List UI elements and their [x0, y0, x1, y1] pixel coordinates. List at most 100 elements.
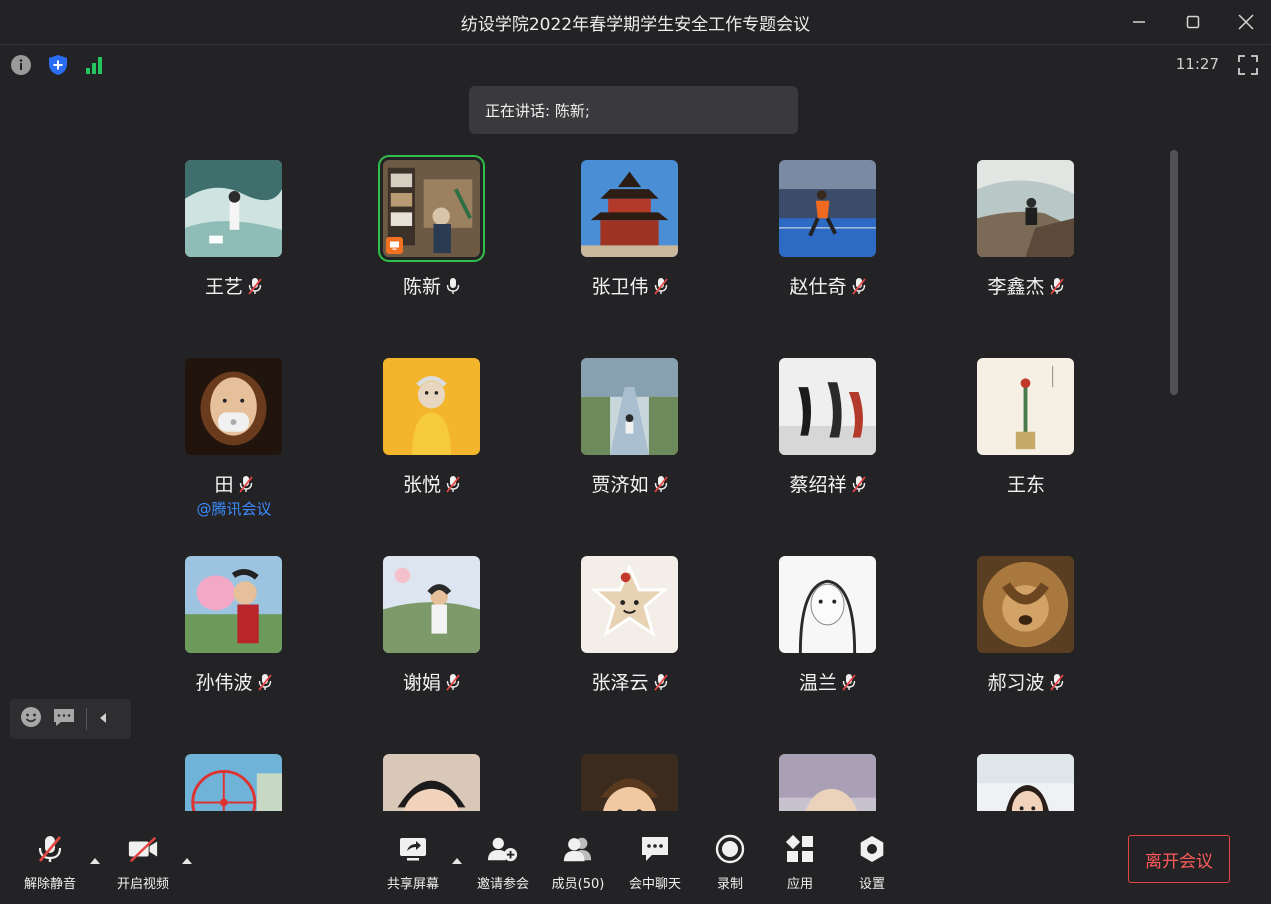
- info-icon[interactable]: [10, 54, 32, 76]
- participant-tile[interactable]: 蔡绍祥: [729, 348, 927, 546]
- participant-name: 陈新: [402, 276, 441, 298]
- avatar: [185, 160, 282, 257]
- participant-tile[interactable]: 贾济如: [531, 348, 729, 546]
- chat-button[interactable]: 会中聊天: [620, 833, 690, 895]
- mic-muted-icon: [653, 475, 669, 493]
- settings-button[interactable]: 设置: [837, 833, 907, 895]
- maximize-icon: [1186, 15, 1200, 29]
- participant-name: 蔡绍祥: [789, 474, 847, 496]
- avatar: [383, 160, 480, 257]
- participant-tile[interactable]: [729, 744, 927, 811]
- record-label: 录制: [716, 877, 743, 892]
- participant-name-row: 郝习波: [927, 668, 1125, 695]
- chat-icon: [639, 833, 671, 865]
- participant-name: 谢娟: [402, 672, 441, 694]
- settings-gear-icon: [856, 833, 888, 865]
- members-label: 成员(50): [551, 877, 605, 892]
- participant-tile[interactable]: 王艺: [135, 150, 333, 348]
- mic-muted-icon: [247, 277, 263, 295]
- participant-name-row: 张悦: [333, 470, 531, 497]
- mic-muted-icon: [445, 475, 461, 493]
- participant-name: 郝习波: [987, 672, 1045, 694]
- mic-muted-icon: [851, 475, 867, 493]
- audio-options-caret[interactable]: [89, 855, 101, 865]
- participant-name-row: 贾济如: [531, 470, 729, 497]
- mic-muted-icon: [653, 673, 669, 691]
- avatar: [977, 160, 1074, 257]
- unmute-label: 解除静音: [23, 877, 76, 892]
- participant-tile[interactable]: [927, 744, 1125, 811]
- screen-share-badge-icon: [386, 237, 403, 254]
- caret-up-icon: [90, 857, 100, 864]
- minimize-button[interactable]: [1124, 8, 1154, 36]
- settings-label: 设置: [858, 877, 885, 892]
- participant-tile[interactable]: 张泽云: [531, 546, 729, 744]
- members-button[interactable]: 成员(50): [543, 833, 613, 895]
- participant-tile[interactable]: 王东: [927, 348, 1125, 546]
- participant-name: 张泽云: [591, 672, 649, 694]
- participant-tile[interactable]: 赵仕奇: [729, 150, 927, 348]
- participant-tile[interactable]: 陈新: [333, 150, 531, 348]
- add-user-icon: [487, 833, 519, 865]
- participant-tile[interactable]: 田 @腾讯会议: [135, 348, 333, 546]
- invite-button[interactable]: 邀请参会: [468, 833, 538, 895]
- participant-name: 孙伟波: [195, 672, 253, 694]
- invite-label: 邀请参会: [476, 877, 529, 892]
- avatar: [581, 160, 678, 257]
- emoji-icon[interactable]: [20, 706, 42, 732]
- participant-name-row: 蔡绍祥: [729, 470, 927, 497]
- avatar: [581, 556, 678, 653]
- record-icon: [714, 833, 746, 865]
- close-button[interactable]: [1231, 8, 1261, 36]
- toolbar-divider: [86, 708, 87, 730]
- participant-name-row: 张卫伟: [531, 272, 729, 299]
- apps-grid-icon: [784, 833, 816, 865]
- participant-tile[interactable]: [531, 744, 729, 811]
- participant-tile[interactable]: 张悦: [333, 348, 531, 546]
- share-screen-icon: [397, 833, 429, 865]
- participant-tile[interactable]: 郝习波: [927, 546, 1125, 744]
- participant-tile[interactable]: 温兰: [729, 546, 927, 744]
- participant-name: 王艺: [204, 276, 243, 298]
- avatar: [581, 358, 678, 455]
- participant-name-row: 谢娟: [333, 668, 531, 695]
- maximize-button[interactable]: [1178, 8, 1208, 36]
- unmute-button[interactable]: 解除静音: [15, 833, 85, 895]
- participant-tile[interactable]: [333, 744, 531, 811]
- avatar: [581, 754, 678, 811]
- participant-name-row: 田: [135, 470, 333, 497]
- participant-tile[interactable]: [135, 744, 333, 811]
- apps-button[interactable]: 应用: [765, 833, 835, 895]
- participant-name: 李鑫杰: [987, 276, 1045, 298]
- signal-strength-icon[interactable]: [84, 54, 106, 76]
- participant-tile[interactable]: 孙伟波: [135, 546, 333, 744]
- collapse-arrow-icon[interactable]: [97, 710, 109, 729]
- mic-muted-icon: [851, 277, 867, 295]
- avatar: [383, 358, 480, 455]
- share-options-caret[interactable]: [451, 855, 463, 865]
- comment-bubble-icon[interactable]: [52, 706, 76, 732]
- video-options-caret[interactable]: [181, 855, 193, 865]
- participant-tile[interactable]: 李鑫杰: [927, 150, 1125, 348]
- start-video-button[interactable]: 开启视频: [108, 833, 178, 895]
- start-video-label: 开启视频: [116, 877, 169, 892]
- members-icon: [562, 833, 594, 865]
- mic-muted-icon: [238, 475, 254, 493]
- avatar: [779, 358, 876, 455]
- apps-label: 应用: [786, 877, 813, 892]
- record-button[interactable]: 录制: [695, 833, 765, 895]
- shield-icon[interactable]: [47, 54, 69, 76]
- participant-name-row: 赵仕奇: [729, 272, 927, 299]
- participant-name-row: 陈新: [333, 272, 531, 299]
- participant-tile[interactable]: 谢娟: [333, 546, 531, 744]
- share-screen-button[interactable]: 共享屏幕: [378, 833, 448, 895]
- grid-scrollbar[interactable]: [1170, 150, 1178, 395]
- active-speaker-text: 正在讲话: 陈新;: [485, 101, 590, 120]
- participant-tile[interactable]: 张卫伟: [531, 150, 729, 348]
- fullscreen-icon[interactable]: [1237, 54, 1259, 76]
- leave-meeting-button[interactable]: 离开会议: [1128, 835, 1230, 883]
- participant-name-row: 温兰: [729, 668, 927, 695]
- participant-name: 贾济如: [591, 474, 649, 496]
- participant-name-row: 王艺: [135, 272, 333, 299]
- meeting-title: 纺设学院2022年春学期学生安全工作专题会议: [460, 14, 811, 35]
